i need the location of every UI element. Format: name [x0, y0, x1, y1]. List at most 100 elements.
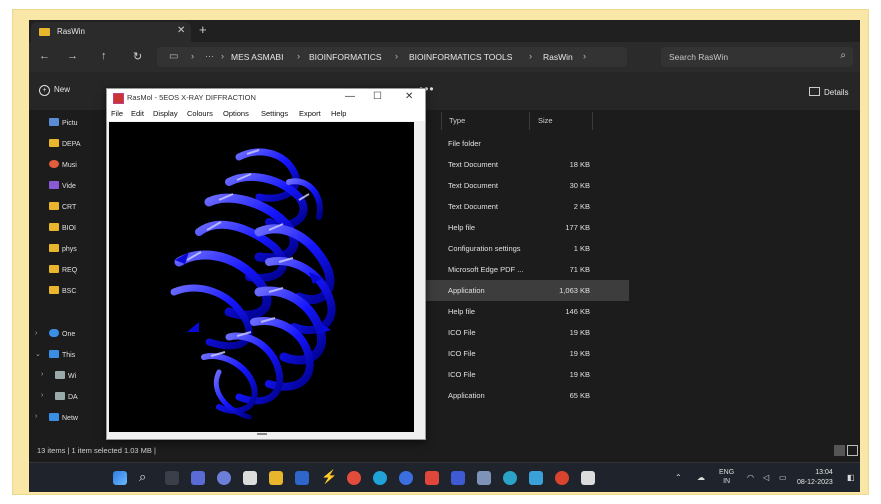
folder-icon	[39, 28, 50, 36]
search-icon: ⌕	[840, 50, 846, 61]
tiles-view-icon[interactable]	[847, 445, 858, 456]
volume-icon[interactable]: ◁	[763, 473, 769, 482]
file-type-cell: Help file	[448, 223, 476, 232]
nav-item-depa[interactable]: DEPA	[49, 139, 81, 148]
breadcrumb-mes-asmabi[interactable]: MES ASMABI	[231, 52, 283, 62]
column-divider[interactable]	[592, 112, 593, 130]
menu-export[interactable]: Export	[299, 109, 321, 118]
maximize-button[interactable]: ☐	[373, 91, 382, 102]
breadcrumb-bioinformatics[interactable]: BIOINFORMATICS	[309, 52, 382, 62]
details-view-icon[interactable]	[834, 445, 845, 456]
column-header-type[interactable]: Type	[449, 116, 465, 125]
ellipsis-icon[interactable]: ···	[205, 51, 214, 61]
new-tab-button[interactable]: +	[199, 22, 207, 37]
molecule-viewport[interactable]	[109, 122, 414, 432]
folder-icon	[49, 265, 59, 273]
start-icon[interactable]	[113, 471, 127, 485]
menu-options[interactable]: Options	[223, 109, 249, 118]
notification-icon[interactable]: ◧	[847, 473, 855, 482]
search-input[interactable]: Search RasWin ⌕	[661, 47, 853, 67]
app-icon[interactable]	[399, 471, 413, 485]
chrome-icon[interactable]	[347, 471, 361, 485]
details-button[interactable]: Details	[809, 87, 848, 97]
nav-item-windows-drive[interactable]: Wi	[55, 371, 76, 380]
chevron-right-icon[interactable]: ›	[35, 413, 37, 420]
menu-file[interactable]: File	[111, 109, 123, 118]
nav-item-req[interactable]: REQ	[49, 265, 77, 274]
file-type-cell: Text Document	[448, 202, 499, 211]
back-arrow-icon[interactable]: ←	[39, 50, 50, 62]
language-indicator[interactable]: ENG IN	[719, 468, 734, 486]
battery-icon[interactable]: ▭	[779, 473, 787, 482]
breadcrumb-raswin[interactable]: RasWin	[543, 52, 573, 62]
search-icon[interactable]: ⌕	[139, 469, 153, 484]
folder-icon	[49, 139, 59, 147]
nav-item-crt[interactable]: CRT	[49, 202, 76, 211]
nav-item-this-pc[interactable]: This	[49, 350, 75, 359]
rasmol-taskbar-icon[interactable]	[581, 471, 595, 485]
wifi-icon[interactable]: ◠	[747, 473, 754, 482]
nav-item-music[interactable]: Musi	[49, 160, 77, 169]
app-icon[interactable]	[477, 471, 491, 485]
up-arrow-icon[interactable]: ↑	[101, 50, 107, 62]
file-type-cell: File folder	[448, 139, 481, 148]
close-tab-icon[interactable]: ✕	[177, 25, 185, 36]
drive-icon	[55, 371, 65, 379]
network-icon	[49, 413, 59, 421]
chevron-up-icon[interactable]: ⌃	[675, 473, 682, 482]
nav-item-onedrive[interactable]: One	[49, 329, 75, 338]
menu-help[interactable]: Help	[331, 109, 346, 118]
minimize-button[interactable]: —	[345, 91, 355, 102]
rasmol-title-bar[interactable]: RasMol - 5EOS X-RAY DIFFRACTION — ☐ ✕	[107, 89, 425, 107]
widgets-icon[interactable]	[191, 471, 205, 485]
explorer-tab[interactable]: RasWin ✕	[31, 22, 191, 42]
chevron-right-icon[interactable]: ›	[35, 330, 37, 337]
rasmol-window[interactable]: RasMol - 5EOS X-RAY DIFFRACTION — ☐ ✕ Fi…	[106, 88, 426, 440]
app-icon[interactable]	[451, 471, 465, 485]
chat-icon[interactable]	[217, 471, 231, 485]
menu-edit[interactable]: Edit	[131, 109, 144, 118]
app-icon[interactable]	[529, 471, 543, 485]
forward-arrow-icon[interactable]: →	[67, 50, 78, 62]
rasmol-logo-icon	[113, 93, 124, 104]
menu-display[interactable]: Display	[153, 109, 178, 118]
app-icon[interactable]: ⚡	[321, 469, 337, 484]
file-explorer-icon[interactable]	[269, 471, 283, 485]
column-divider[interactable]	[529, 112, 530, 130]
file-size-cell: 19 KB	[569, 349, 590, 358]
menu-colours[interactable]: Colours	[187, 109, 213, 118]
app-icon[interactable]	[555, 471, 569, 485]
file-size-cell: 2 KB	[573, 202, 590, 211]
column-divider[interactable]	[441, 112, 442, 130]
file-type-cell: Application	[448, 286, 485, 295]
nav-item-phys[interactable]: phys	[49, 244, 77, 253]
clock[interactable]: 13:04 08-12-2023	[797, 468, 833, 488]
app-icon[interactable]	[425, 471, 439, 485]
task-view-icon[interactable]	[165, 471, 179, 485]
resize-grip-icon[interactable]	[257, 433, 267, 435]
address-bar[interactable]: ▭ › ··· › MES ASMABI › BIOINFORMATICS › …	[157, 47, 627, 67]
column-header-size[interactable]: Size	[538, 116, 553, 125]
app-icon[interactable]	[295, 471, 309, 485]
chevron-right-icon[interactable]: ›	[41, 371, 43, 378]
nav-item-videos[interactable]: Vide	[49, 181, 76, 190]
menu-settings[interactable]: Settings	[261, 109, 288, 118]
chevron-right-icon[interactable]: ›	[41, 392, 43, 399]
refresh-icon[interactable]: ↻	[133, 50, 142, 63]
nav-item-bioi[interactable]: BIOI	[49, 223, 76, 232]
close-button[interactable]: ✕	[405, 91, 413, 102]
chevron-down-icon[interactable]: ⌄	[35, 350, 41, 358]
screenshot-frame: RasWin ✕ + ← → ↑ ↻ ▭ › ··· › MES ASMABI …	[0, 0, 881, 504]
file-type-cell: ICO File	[448, 349, 476, 358]
nav-item-pictures[interactable]: Pictu	[49, 118, 78, 127]
nav-item-data-drive[interactable]: DA	[55, 392, 78, 401]
app-icon[interactable]	[243, 471, 257, 485]
nav-item-network[interactable]: Netw	[49, 413, 78, 422]
breadcrumb-bioinformatics-tools[interactable]: BIOINFORMATICS TOOLS	[409, 52, 512, 62]
app-icon[interactable]	[503, 471, 517, 485]
tray-app-icon[interactable]: ☁	[697, 473, 705, 482]
rasmol-scrollbar[interactable]	[416, 122, 424, 432]
edge-icon[interactable]	[373, 471, 387, 485]
nav-item-bsc[interactable]: BSC	[49, 286, 76, 295]
new-button[interactable]: + New	[39, 85, 70, 96]
